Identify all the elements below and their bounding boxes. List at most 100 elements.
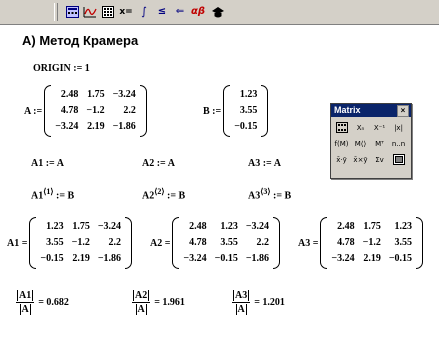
matrix-cell: 3.55 xyxy=(46,237,64,248)
matrix-a2-body: 2.48 1.23 −3.24 4.78 3.55 2.2 −3.24 −0.15 −1.8… xyxy=(172,217,280,269)
calculus-toolbar-icon[interactable]: ∫ xyxy=(136,3,152,20)
x2-result[interactable]: A2 A = 1.961 xyxy=(132,290,185,315)
column-source: := B xyxy=(164,190,186,202)
a3-assignment[interactable]: A3 := A xyxy=(248,158,281,169)
matrix-cell: −1.86 xyxy=(112,121,136,132)
matrix-cell: −1.2 xyxy=(71,237,90,248)
matrix-b-label: B := xyxy=(203,105,222,117)
matrix-cell: −3.24 xyxy=(55,121,79,132)
x1-result[interactable]: A1 A = 0.682 xyxy=(16,290,69,315)
fraction: A2 A xyxy=(132,290,151,315)
cross-product-icon[interactable]: x̄×ȳ xyxy=(351,152,370,167)
determinant-icon[interactable]: |x| xyxy=(389,120,408,135)
det-numerator: A2 xyxy=(133,290,150,301)
matrix-cell: 1.75 xyxy=(72,221,90,232)
fraction-numerator: A2 xyxy=(132,290,150,301)
matrix-a3-label: A3 = xyxy=(298,237,319,249)
origin-statement[interactable]: ORIGIN := 1 xyxy=(33,63,90,74)
fraction-numerator: A3 xyxy=(232,290,250,301)
a2-assignment[interactable]: A2 := A xyxy=(142,158,175,169)
boolean-toolbar-icon[interactable]: ≤ xyxy=(154,3,170,20)
fraction-numerator: A1 xyxy=(16,290,34,301)
vector-sum-icon[interactable]: Σv xyxy=(370,152,389,167)
calculator-toolbar-icon[interactable] xyxy=(64,3,80,20)
inverse-icon[interactable]: X⁻¹ xyxy=(370,120,389,135)
matrix-insert-icon[interactable] xyxy=(332,120,351,135)
matrix-cell: −3.24 xyxy=(97,221,122,232)
a1-assignment[interactable]: A1 := A xyxy=(31,158,64,169)
matrix-a3-result[interactable]: A3 = 2.48 1.75 1.23 4.78 −1.2 3.55 −3.24 2.19… xyxy=(298,217,423,269)
palette-title: Matrix xyxy=(334,105,361,115)
matrix-cell: −1.2 xyxy=(86,105,105,116)
matrix-cell: 4.78 xyxy=(337,237,355,248)
subscript-icon[interactable]: Xₙ xyxy=(351,120,370,135)
symbolic-toolbar-icon[interactable] xyxy=(210,3,226,20)
matrix-cell: 3.55 xyxy=(394,237,413,248)
fraction-bar xyxy=(232,302,251,303)
palette-buttons: Xₙ X⁻¹ |x| f(M) M⟨⟩ Mᵀ n..n x̄·ȳ x̄×ȳ Σv xyxy=(331,117,411,170)
matrix-cell: 2.19 xyxy=(72,253,90,264)
matrix-cell: 1.23 xyxy=(394,221,413,232)
matrix-a1-result[interactable]: A1 = 1.23 1.75 −3.24 3.55 −1.2 2.2 −0.15 2.19… xyxy=(7,217,132,269)
matrix-a1-label: A1 = xyxy=(7,237,28,249)
matrix-cell: 2.2 xyxy=(123,105,136,116)
column-source: := B xyxy=(270,190,292,202)
dot-product-icon[interactable]: x̄·ȳ xyxy=(332,152,351,167)
greek-toolbar-icon[interactable]: αβ xyxy=(190,3,206,20)
matrix-a1-body: 1.23 1.75 −3.24 3.55 −1.2 2.2 −0.15 2.19 −1.86 xyxy=(29,217,132,269)
matrix-a-definition[interactable]: A := 2.48 1.75 −3.24 4.78 −1.2 2.2 −3.24 2.19… xyxy=(24,85,147,137)
matrix-cell: −1.86 xyxy=(97,253,122,264)
column-source: := B xyxy=(53,190,75,202)
matrix-cell: 1.75 xyxy=(363,221,381,232)
column-icon[interactable]: M⟨⟩ xyxy=(351,136,370,151)
result-value: = 0.682 xyxy=(38,297,69,308)
x3-result[interactable]: A3 A = 1.201 xyxy=(232,290,285,315)
picture-icon[interactable] xyxy=(389,152,408,167)
matrix-cell: 2.48 xyxy=(189,221,207,232)
matrix-cell: 2.48 xyxy=(60,89,79,100)
fraction-denominator: A xyxy=(135,304,148,315)
fraction-bar xyxy=(132,302,151,303)
matrix-b-definition[interactable]: B := 1.23 3.55 −0.15 xyxy=(203,85,269,137)
matrix-cell: 2.19 xyxy=(87,121,105,132)
fraction: A1 A xyxy=(16,290,35,315)
matrix-b-body: 1.23 3.55 −0.15 xyxy=(223,85,269,137)
section-heading: А) Метод Крамера xyxy=(22,33,139,48)
range-icon[interactable]: n..n xyxy=(389,136,408,151)
matrix-cell: 1.75 xyxy=(87,89,105,100)
matrix-cell: −3.24 xyxy=(112,89,136,100)
close-icon[interactable]: × xyxy=(397,105,409,117)
toolbar-grip[interactable] xyxy=(54,3,58,21)
matrix-a-body: 2.48 1.75 −3.24 4.78 −1.2 2.2 −3.24 2.19 −1.86 xyxy=(44,85,147,137)
evaluation-toolbar-icon[interactable]: x= xyxy=(118,3,134,20)
palette-title-bar[interactable]: Matrix × xyxy=(331,104,411,117)
vectorize-icon[interactable]: f(M) xyxy=(332,136,351,151)
matrix-a-label: A := xyxy=(24,105,43,117)
matrix-cell: 2.2 xyxy=(256,237,270,248)
transpose-icon[interactable]: Mᵀ xyxy=(370,136,389,151)
graph-toolbar-icon[interactable] xyxy=(82,3,98,20)
fraction-denominator: A xyxy=(19,304,32,315)
matrix-a3-body: 2.48 1.75 1.23 4.78 −1.2 3.55 −3.24 2.19 −0.15 xyxy=(320,217,423,269)
column-matrix-name: A1 xyxy=(31,190,44,202)
matrix-cell: −0.15 xyxy=(388,253,413,264)
a2-column-assignment[interactable]: A2⟨2⟩ := B xyxy=(142,187,185,201)
matrix-a2-result[interactable]: A2 = 2.48 1.23 −3.24 4.78 3.55 2.2 −3.24 −0.1… xyxy=(150,217,280,269)
matrix-cell: −0.15 xyxy=(214,253,238,264)
fraction-denominator: A xyxy=(235,304,248,315)
matrix-toolbar-icon[interactable] xyxy=(100,3,116,20)
matrix-cell: 3.55 xyxy=(239,105,258,116)
matrix-cell: −1.2 xyxy=(362,237,381,248)
result-value: = 1.201 xyxy=(254,297,285,308)
programming-toolbar-icon[interactable]: ⇐ xyxy=(172,3,188,20)
matrix-palette[interactable]: Matrix × Xₙ X⁻¹ |x| f(M) M⟨⟩ Mᵀ n..n x̄·… xyxy=(330,103,412,179)
column-matrix-name: A2 xyxy=(142,190,155,202)
math-toolbar: x= ∫ ≤ ⇐ αβ xyxy=(0,0,439,25)
matrix-cell: −1.86 xyxy=(245,253,270,264)
a3-column-assignment[interactable]: A3⟨3⟩ := B xyxy=(248,187,291,201)
fraction: A3 A xyxy=(232,290,251,315)
matrix-cell: 4.78 xyxy=(60,105,79,116)
a1-column-assignment[interactable]: A1⟨1⟩ := B xyxy=(31,187,74,201)
matrix-cell: −3.24 xyxy=(245,221,270,232)
det-numerator: A1 xyxy=(17,290,34,301)
